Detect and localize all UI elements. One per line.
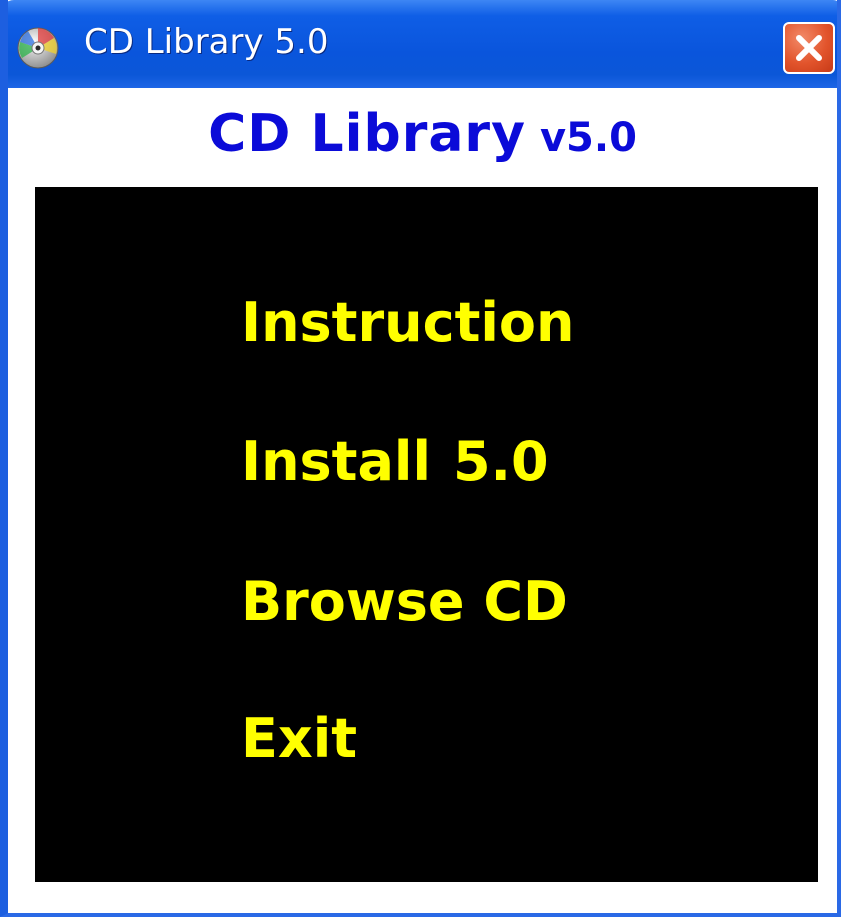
close-button[interactable] bbox=[783, 22, 835, 74]
app-version: v5.0 bbox=[539, 115, 637, 161]
cd-disc-icon bbox=[16, 26, 60, 70]
browse-cd-menu-item[interactable]: Browse CD bbox=[241, 570, 568, 633]
app-heading: CD Library v5.0 bbox=[8, 104, 837, 164]
menu-panel: Instruction Install 5.0 Browse CD Exit bbox=[35, 187, 818, 882]
title-bar[interactable]: CD Library 5.0 bbox=[8, 0, 837, 88]
install-label: Install bbox=[241, 430, 431, 493]
window-title: CD Library 5.0 bbox=[84, 22, 329, 62]
install-version-label: 5.0 bbox=[452, 430, 549, 493]
app-window: CD Library 5.0 CD Library v5.0 Instructio… bbox=[0, 0, 841, 917]
app-name: CD Library bbox=[208, 104, 526, 164]
instruction-menu-item[interactable]: Instruction bbox=[241, 291, 574, 354]
exit-menu-item[interactable]: Exit bbox=[241, 707, 357, 770]
install-menu-item[interactable]: Install 5.0 bbox=[241, 430, 549, 493]
close-icon bbox=[796, 35, 822, 61]
